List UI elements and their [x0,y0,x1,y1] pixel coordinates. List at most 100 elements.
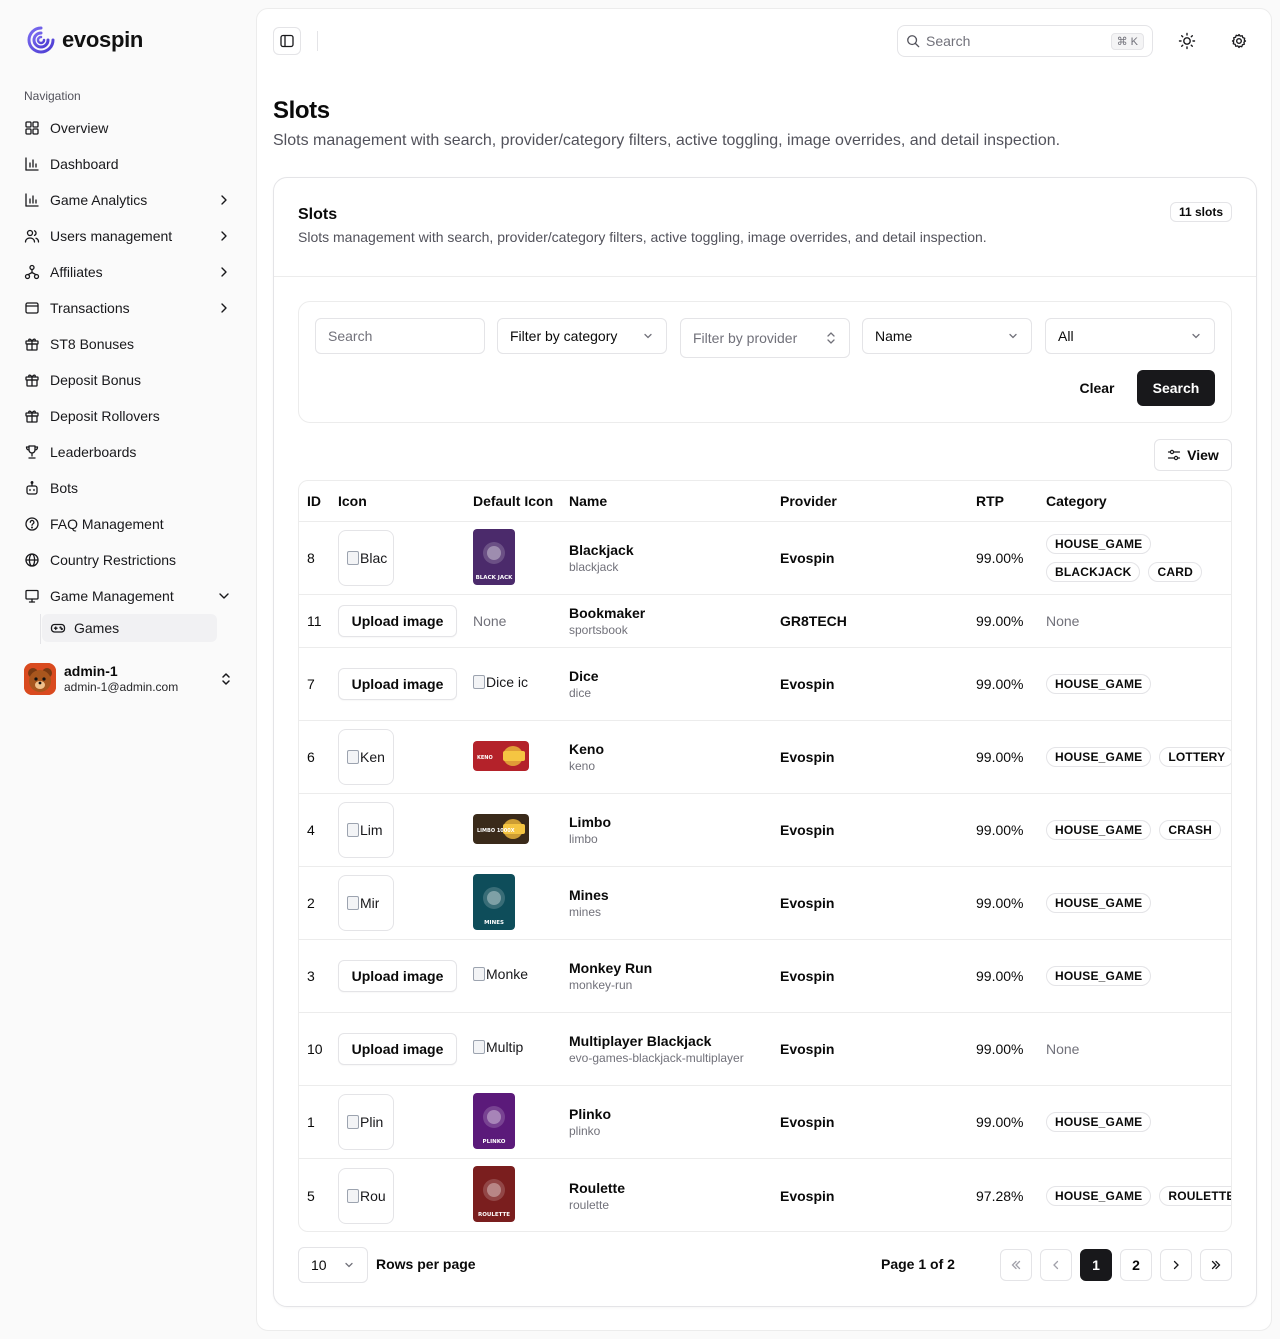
slot-id: 5 [307,1187,315,1204]
slot-count-badge: 11 slots [1169,202,1232,222]
clear-button[interactable]: Clear [1065,370,1129,406]
sidebar-item-label: FAQ Management [50,516,164,532]
table-row[interactable]: 1 Plin PLINKO Plinko plinko Evospin 99.0… [299,1086,1231,1159]
column-header[interactable]: Provider [780,493,837,509]
slot-provider: Evospin [780,822,835,838]
slot-rtp: 99.00% [976,1114,1024,1130]
sidebar-item-country-restrictions[interactable]: Country Restrictions [16,542,240,578]
table-row[interactable]: 6 Ken KENO Keno keno Evospin 99.00% HOUS… [299,721,1231,794]
sidebar-item-leaderboards[interactable]: Leaderboards [16,434,240,470]
sidebar-item-deposit-bonus[interactable]: Deposit Bonus [16,362,240,398]
table-row[interactable]: 3 Upload image Monke Monkey Run monkey-r… [299,940,1231,1013]
icon-alt-text: Plin [360,1114,384,1130]
category-cell: HOUSE_GAME BLACKJACK CARD [1046,534,1231,582]
status-select[interactable]: All [1045,318,1215,354]
theme-toggle-button[interactable] [1173,27,1201,55]
sidebar-item-st8-bonuses[interactable]: ST8 Bonuses [16,326,240,362]
sidebar-item-dashboard[interactable]: Dashboard [16,146,240,182]
first-page-button[interactable] [1000,1249,1032,1281]
sidebar-item-game-management[interactable]: Game Management [16,578,240,614]
chevron-right-icon [221,231,227,241]
column-header[interactable]: RTP [976,493,1004,509]
sidebar-toggle-button[interactable] [273,27,301,55]
table-row[interactable]: 5 Rou ROULETTE Roulette roulette Evospin… [299,1159,1231,1231]
slot-name: Bookmaker [569,605,646,621]
icon-cell: Lim [338,802,394,858]
slot-provider: Evospin [780,749,835,765]
table-row[interactable]: 4 Lim LIMBO 1000X Limbo limbo Evospin 99… [299,794,1231,867]
category-tag: HOUSE_GAME [1046,893,1152,913]
view-options-button[interactable]: View [1154,439,1232,471]
column-header[interactable]: ID [307,493,321,509]
slot-icon-image[interactable]: Rou [338,1167,394,1224]
sort-select[interactable]: Name [862,318,1032,354]
broken-image-icon: Ken [347,749,385,765]
slot-provider: Evospin [780,895,835,911]
category-filter-value: Filter by category [510,328,618,344]
settings-button[interactable] [1225,27,1253,55]
sidebar-item-overview[interactable]: Overview [16,110,240,146]
rows-per-page-select[interactable]: 10 [298,1247,368,1283]
upload-image-button[interactable]: Upload image [338,605,457,637]
icon-cell: Plin [338,1094,394,1150]
column-header[interactable]: Icon [338,493,367,509]
name-cell: Multiplayer Blackjack evo-games-blackjac… [569,1032,744,1066]
nav-section-label: Navigation [24,89,81,103]
icon-cell: Upload image [338,1033,457,1065]
category-tag: HOUSE_GAME [1046,1112,1152,1132]
global-search-input[interactable]: Search ⌘ K [897,25,1153,57]
slot-icon-image[interactable]: Plin [338,1094,394,1150]
search-button[interactable]: Search [1137,370,1215,406]
chevron-right-icon [221,303,227,313]
table-row[interactable]: 11 Upload image None Bookmaker sportsboo… [299,595,1231,648]
table-row[interactable]: 10 Upload image Multip Multiplayer Black… [299,1013,1231,1086]
sidebar-item-deposit-rollovers[interactable]: Deposit Rollovers [16,398,240,434]
sidebar-item-bots[interactable]: Bots [16,470,240,506]
brand-logo[interactable]: evospin [26,25,143,55]
category-cell: HOUSE_GAME [1046,1112,1231,1132]
slot-provider: Evospin [780,676,835,692]
slot-icon-image[interactable]: Mir [338,875,394,931]
page-button-2[interactable]: 2 [1120,1249,1152,1281]
sidebar-item-transactions[interactable]: Transactions [16,290,240,326]
category-cell: None [1046,1041,1231,1057]
category-cell: HOUSE_GAME [1046,893,1231,913]
provider-filter-select[interactable]: Filter by provider [680,318,850,358]
name-cell: Roulette roulette [569,1179,625,1213]
sidebar-subitem-games[interactable]: Games [42,614,217,642]
bar-chart-icon [25,157,39,171]
upload-image-button[interactable]: Upload image [338,1033,457,1065]
table-row[interactable]: 7 Upload image Dice ic Dice dice Evospin… [299,648,1231,721]
sidebar-item-faq-management[interactable]: FAQ Management [16,506,240,542]
slot-icon-image[interactable]: Ken [338,729,394,785]
page-button-1[interactable]: 1 [1080,1249,1112,1281]
user-menu[interactable]: admin-1 admin-1@admin.com [24,663,234,695]
slot-name: Limbo [569,814,611,830]
column-header[interactable]: Default Icon [473,493,553,509]
slot-icon-image[interactable]: Lim [338,802,394,858]
name-cell: Limbo limbo [569,813,611,847]
sidebar-item-game-analytics[interactable]: Game Analytics [16,182,240,218]
gift-icon-wrap [24,372,40,388]
upload-image-button[interactable]: Upload image [338,668,457,700]
table-header: ID Icon Default Icon Name Provider RTP Categor… [299,481,1231,522]
gear-icon [1231,33,1247,49]
sidebar-item-users-management[interactable]: Users management [16,218,240,254]
column-header[interactable]: Category [1046,493,1107,509]
table-row[interactable]: 2 Mir MINES Mines mines Evospin 99.00% H… [299,867,1231,940]
default-icon-image: ROULETTE [473,1166,515,1222]
next-page-button[interactable] [1160,1249,1192,1281]
last-page-button[interactable] [1200,1249,1232,1281]
prev-page-button[interactable] [1040,1249,1072,1281]
slot-search-input[interactable]: Search [315,318,485,354]
table-row[interactable]: 8 Blac BLACK JACK Blackjack blackjack Ev… [299,522,1231,595]
slot-name: Monkey Run [569,960,653,976]
topbar-divider [317,31,318,51]
slot-provider: Evospin [780,1041,835,1057]
slot-icon-image[interactable]: Blac [338,530,394,586]
sidebar-item-affiliates[interactable]: Affiliates [16,254,240,290]
slot-provider: Evospin [780,968,835,984]
column-header[interactable]: Name [569,493,607,509]
category-filter-select[interactable]: Filter by category [497,318,667,354]
upload-image-button[interactable]: Upload image [338,960,457,992]
